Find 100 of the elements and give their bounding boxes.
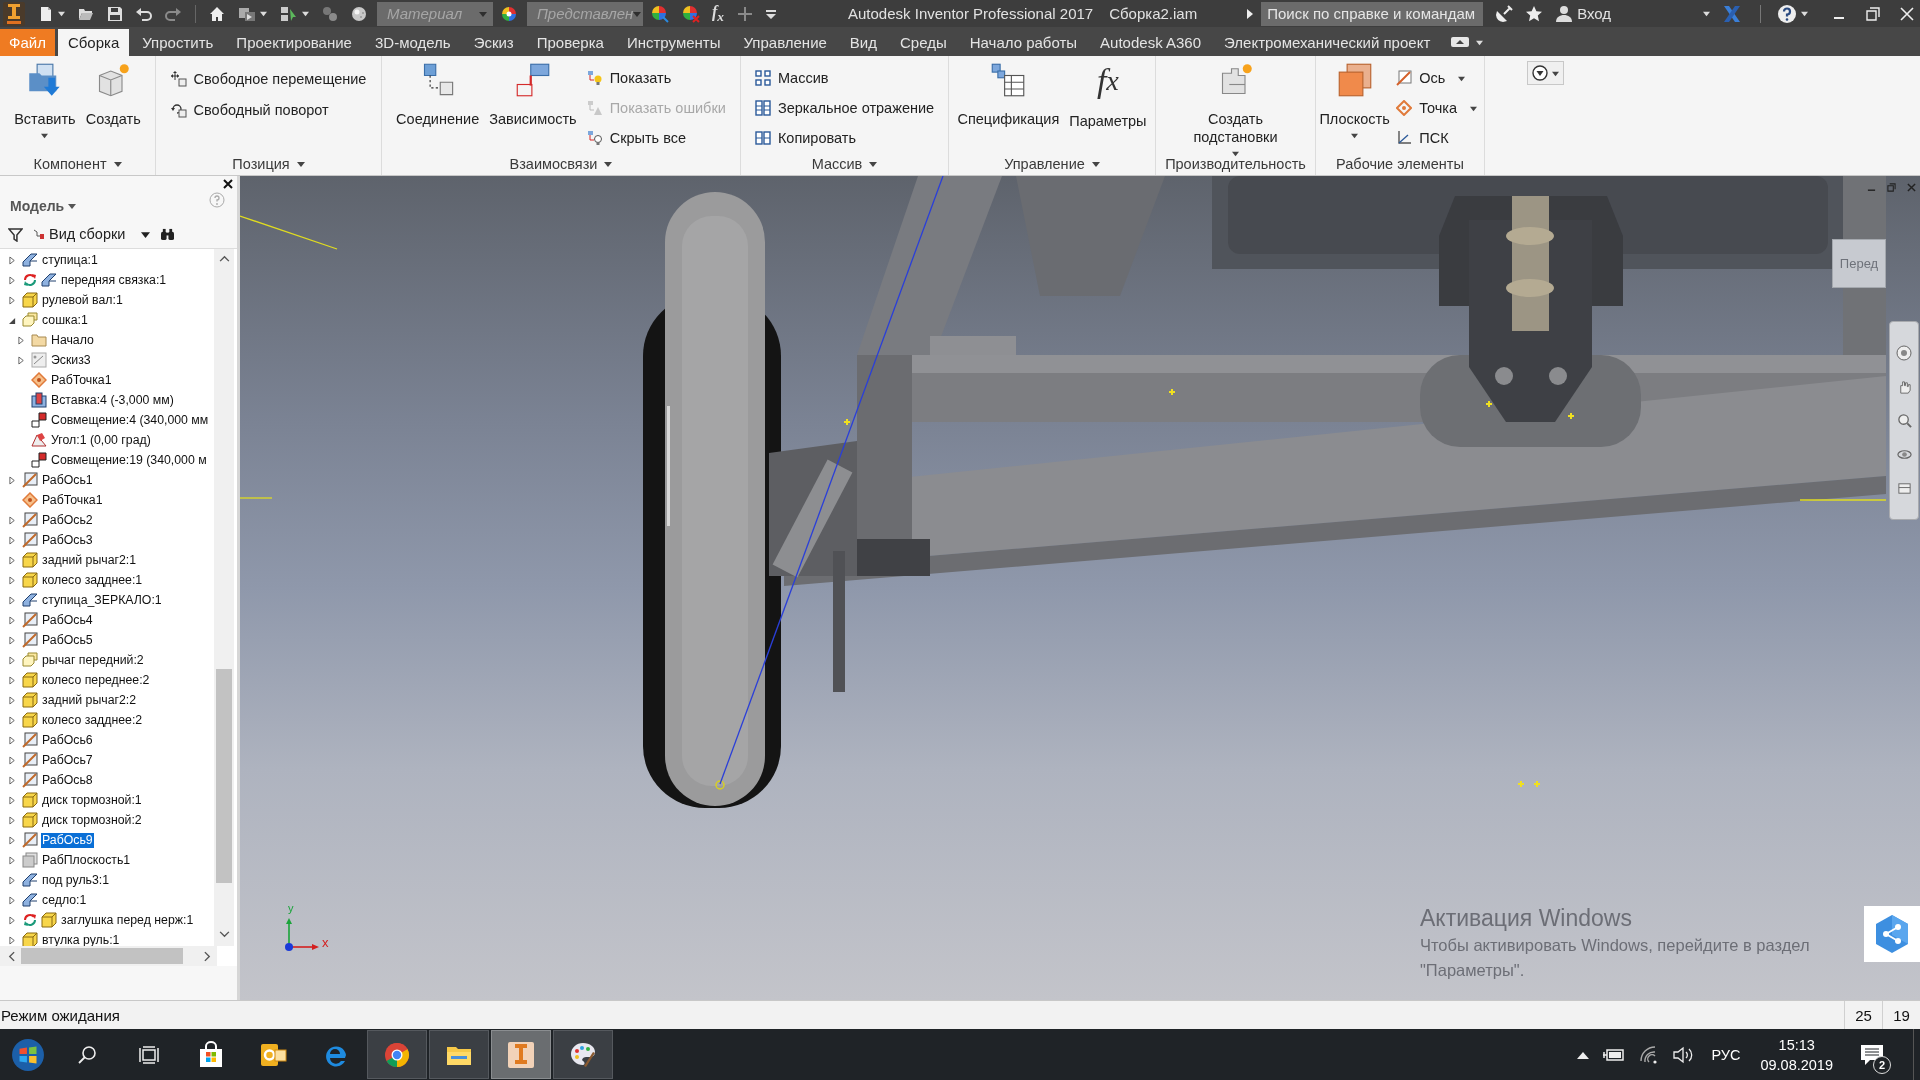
tree-item[interactable]: РабОсь3	[41, 532, 94, 548]
panel-title[interactable]: Взаимосвязи	[382, 153, 740, 175]
tree-item[interactable]: РабОсь6	[41, 732, 94, 748]
tree-item[interactable]: диск тормозной:2	[41, 812, 143, 828]
ribbon-tab[interactable]: Электромеханический проект	[1214, 29, 1441, 56]
ribbon-button[interactable]: Свободное перемещение	[167, 63, 370, 94]
expand-arrow-icon[interactable]	[18, 335, 25, 345]
expand-arrow-icon[interactable]	[9, 695, 16, 705]
caret-icon[interactable]	[1476, 39, 1484, 46]
tree-item[interactable]: втулка руль:1	[41, 932, 121, 946]
home-icon[interactable]	[209, 5, 225, 22]
expand-arrow-icon[interactable]	[9, 615, 16, 625]
expand-arrow-icon[interactable]	[9, 535, 16, 545]
horizontal-scrollbar[interactable]	[0, 946, 217, 966]
i-beam-logo-icon[interactable]	[3, 1, 25, 26]
tree-item[interactable]: ступица_ЗЕРКАЛО:1	[41, 592, 163, 608]
star-icon[interactable]	[1525, 4, 1544, 23]
expand-arrow-icon[interactable]	[9, 795, 16, 805]
tree-item[interactable]: заглушка перед нерж:1	[60, 912, 195, 928]
plus-icon[interactable]	[737, 5, 753, 22]
panel-title[interactable]: Рабочие элементы	[1316, 153, 1484, 175]
tree-item[interactable]: Совмещение:19 (340,000 м	[50, 452, 208, 468]
caret-icon[interactable]	[302, 10, 309, 17]
ribbon-button[interactable]: Свободный поворот	[167, 94, 370, 125]
expand-arrow-icon[interactable]	[9, 275, 16, 285]
vertical-scrollbar[interactable]	[214, 249, 234, 946]
help-icon[interactable]	[1777, 3, 1798, 24]
sign-in-link[interactable]: Вход	[1577, 5, 1612, 22]
close-icon[interactable]	[223, 179, 233, 189]
panel-title[interactable]: Управление	[949, 153, 1155, 175]
ribbon-tab[interactable]: Проектирование	[226, 29, 362, 56]
ribbon-tab[interactable]: Проверка	[526, 29, 614, 56]
ribbon-tab[interactable]: Начало работы	[959, 29, 1088, 56]
new-file-icon[interactable]	[38, 5, 54, 22]
ribbon-tab[interactable]: Сборка	[57, 29, 130, 56]
tree-item[interactable]: рычаг передний:2	[41, 652, 145, 668]
tree-item[interactable]: РабОсь2	[41, 512, 94, 528]
taskbar-button[interactable]	[429, 1030, 489, 1079]
tree-item[interactable]: задний рычаг2:1	[41, 552, 138, 568]
scroll-right-icon[interactable]	[204, 950, 211, 962]
expand-arrow-icon[interactable]	[9, 855, 16, 865]
input-language[interactable]: РУС	[1711, 1046, 1741, 1063]
expand-arrow-icon[interactable]	[9, 895, 16, 905]
expand-arrow-icon[interactable]	[9, 635, 16, 645]
expand-arrow-icon[interactable]	[9, 475, 16, 485]
tree-item[interactable]: колесо переднее:2	[41, 672, 151, 688]
tree-item[interactable]: задний рычаг2:2	[41, 692, 138, 708]
expand-arrow-icon[interactable]	[9, 935, 16, 945]
caret-icon[interactable]	[1801, 10, 1809, 17]
sphere-clear-icon[interactable]	[682, 4, 700, 23]
triangle-right-icon[interactable]	[1247, 8, 1254, 19]
search-field[interactable]: Поиск по справке и командам	[1261, 1, 1484, 26]
tree-item[interactable]: колесо задднее:1	[41, 572, 144, 588]
tree-item[interactable]: Угол:1 (0,00 град)	[50, 432, 152, 448]
tree-item[interactable]: Начало	[50, 332, 95, 348]
ribbon-tab[interactable]: Управление	[733, 29, 837, 56]
panel-toggle-icon[interactable]	[1451, 37, 1470, 47]
tree-item[interactable]: РабОсь4	[41, 612, 94, 628]
battery-icon[interactable]	[1603, 1048, 1626, 1061]
ribbon-button[interactable]: Плоскость	[1320, 60, 1390, 153]
tree-item[interactable]: РабТочка1	[41, 492, 104, 508]
menu-caret-icon[interactable]	[766, 8, 776, 19]
ribbon-button[interactable]: Вставить	[11, 60, 79, 153]
expand-arrow-icon[interactable]	[9, 595, 16, 605]
tree-item[interactable]: колесо задднее:2	[41, 712, 144, 728]
redo-icon[interactable]	[165, 5, 181, 22]
x-logo-icon[interactable]	[1722, 4, 1743, 23]
share-button[interactable]	[1864, 906, 1920, 962]
expand-arrow-icon[interactable]	[9, 515, 16, 525]
expand-arrow-icon[interactable]	[9, 775, 16, 785]
ribbon-button[interactable]: Спецификация	[954, 60, 1063, 153]
tree-item[interactable]: РабТочка1	[50, 372, 113, 388]
tree-item[interactable]: под руль3:1	[41, 872, 111, 888]
expand-arrow-icon[interactable]	[9, 555, 16, 565]
caret-icon[interactable]	[260, 10, 267, 17]
ribbon-button[interactable]: Точка	[1393, 93, 1480, 123]
select-tool-icon[interactable]	[280, 5, 298, 22]
ribbon-button[interactable]: Показать	[583, 63, 729, 93]
tree-item[interactable]: диск тормозной:1	[41, 792, 143, 808]
color-wheel-icon[interactable]	[501, 5, 517, 22]
ribbon-button[interactable]: Массив	[751, 63, 938, 93]
tree-item[interactable]: Совмещение:4 (340,000 мм	[50, 412, 210, 428]
tree-item[interactable]: РабОсь8	[41, 772, 94, 788]
undo-icon[interactable]	[136, 5, 152, 22]
tree-item[interactable]: Эскиз3	[50, 352, 92, 368]
ribbon-button[interactable]: ПСК	[1393, 123, 1480, 153]
tree-item[interactable]: РабПлоскость1	[41, 852, 132, 868]
expand-arrow-icon[interactable]	[9, 715, 16, 725]
panel-title[interactable]: Компонент	[0, 153, 155, 175]
caret-up-icon[interactable]	[1577, 1050, 1590, 1059]
scroll-up-icon[interactable]	[218, 255, 230, 262]
scrollbar-thumb[interactable]	[216, 669, 232, 883]
expand-arrow-icon[interactable]	[9, 815, 16, 825]
tree-item[interactable]: РабОсь9	[41, 832, 94, 848]
expand-arrow-icon[interactable]	[9, 655, 16, 665]
ribbon-button[interactable]: Соединение	[393, 60, 483, 153]
expand-arrow-icon[interactable]	[9, 675, 16, 685]
ribbon-tab[interactable]: Autodesk A360	[1090, 29, 1212, 56]
tree-item[interactable]: рулевой вал:1	[41, 292, 124, 308]
steering-wheel-icon[interactable]	[1896, 345, 1912, 362]
